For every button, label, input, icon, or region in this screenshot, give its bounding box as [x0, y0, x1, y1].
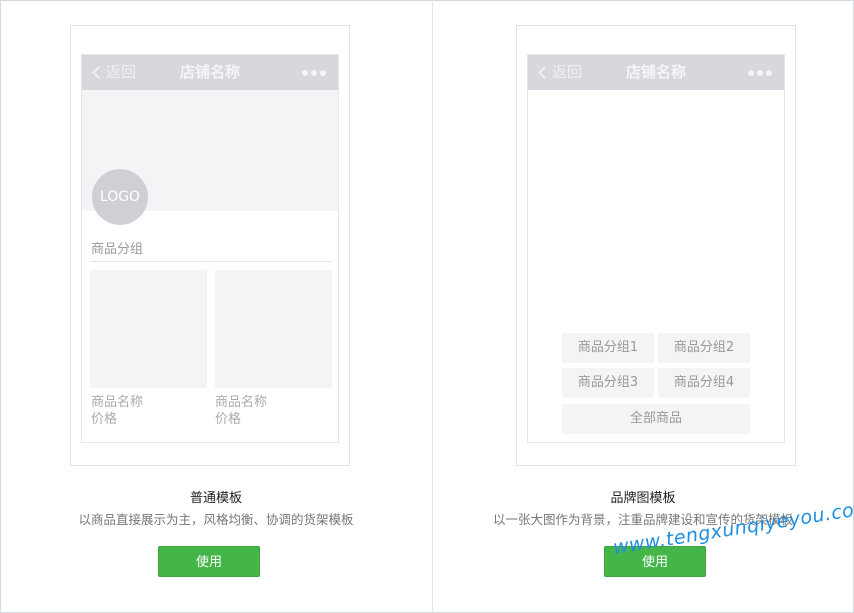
product-info: 商品名称 价格: [91, 394, 143, 428]
more-icon: [302, 70, 326, 76]
more-icon: [748, 70, 772, 76]
product-name: 商品名称: [215, 395, 268, 410]
phone-preview: 返回 店铺名称 商品分组1 商品分组2 商品分组3 商品分组4 全部商品: [527, 54, 785, 443]
nav-store-name: 店铺名称: [625, 63, 686, 81]
product-name: 商品名称: [91, 395, 144, 410]
template-normal: 返回 店铺名称 LOGO 商品分组 商品名称 价格 商品名称 价格 普通模板 以…: [0, 0, 432, 613]
category-tile: 商品分组4: [658, 368, 750, 398]
store-logo: LOGO: [92, 169, 148, 225]
group-divider: [90, 261, 332, 262]
category-tile: 商品分组1: [562, 333, 654, 363]
nav-store-name: 店铺名称: [179, 63, 240, 81]
phone-navbar: 返回 店铺名称: [528, 55, 784, 90]
use-template-button[interactable]: 使用: [158, 546, 260, 577]
category-tile: 商品分组2: [658, 333, 750, 363]
product-group-label: 商品分组: [91, 242, 144, 257]
phone-preview: 返回 店铺名称 LOGO 商品分组 商品名称 价格 商品名称 价格: [81, 54, 339, 443]
product-price: 价格: [215, 412, 242, 427]
template-title: 普通模板: [189, 491, 242, 506]
all-products-tile: 全部商品: [562, 404, 750, 434]
category-tile: 商品分组3: [562, 368, 654, 398]
phone-navbar: 返回 店铺名称: [82, 55, 338, 90]
product-image: [215, 270, 332, 388]
template-title: 品牌图模板: [610, 491, 676, 506]
product-price: 价格: [91, 412, 118, 427]
product-image: [90, 270, 207, 388]
product-info: 商品名称 价格: [215, 394, 267, 428]
template-description: 以商品直接展示为主，风格均衡、协调的货架模板: [78, 512, 354, 527]
template-preview-card: 返回 店铺名称 LOGO 商品分组 商品名称 价格 商品名称 价格: [70, 25, 350, 466]
template-preview-card: 返回 店铺名称 商品分组1 商品分组2 商品分组3 商品分组4 全部商品: [516, 25, 796, 466]
